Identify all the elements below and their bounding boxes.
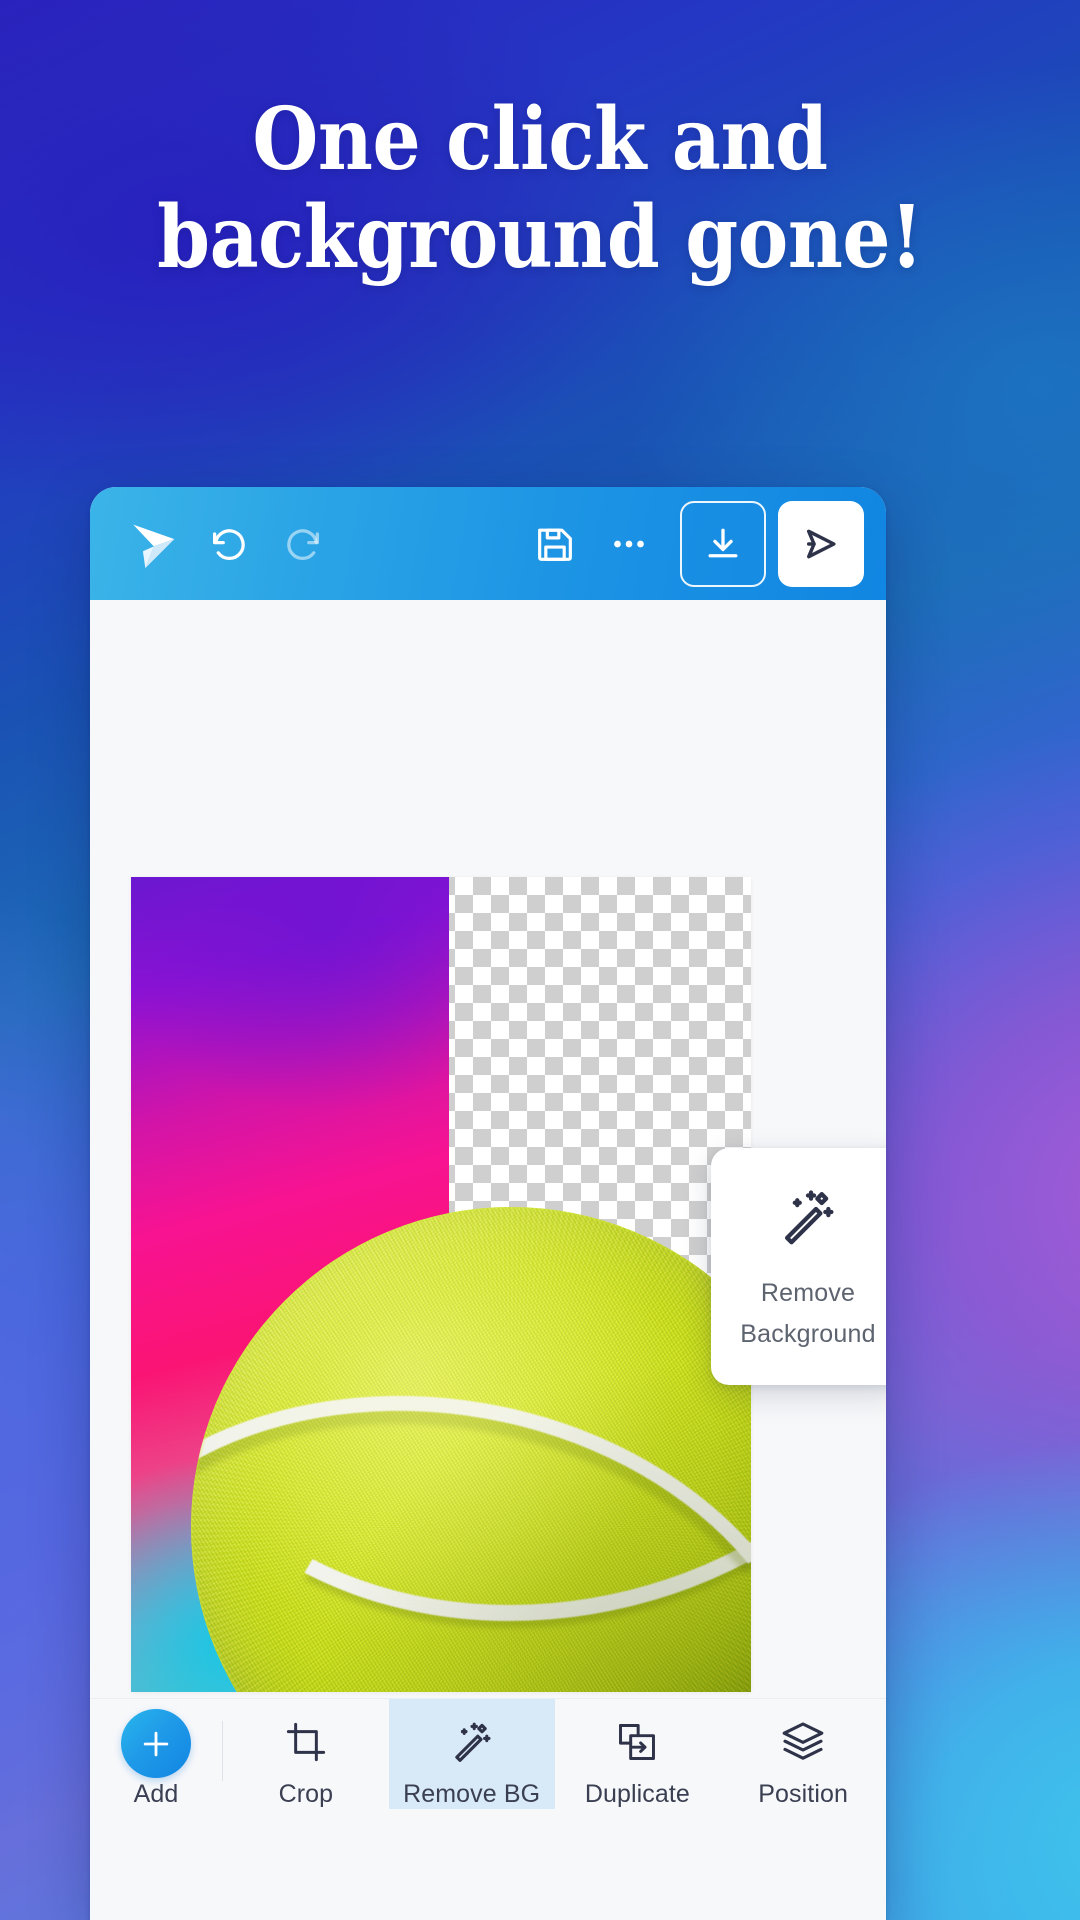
redo-arrow-icon[interactable] — [266, 507, 340, 581]
tooltip-line-1: Remove — [760, 1278, 856, 1307]
add-button[interactable]: Add — [90, 1699, 222, 1809]
download-button[interactable] — [680, 500, 766, 587]
tooltip-line-2: Background — [740, 1320, 876, 1348]
duplicate-button[interactable]: Duplicate — [555, 1699, 721, 1809]
duplicate-label: Duplicate — [584, 1780, 690, 1808]
tooltip-label: Remove Background — [740, 1273, 875, 1356]
app-logo-arrow-icon[interactable] — [118, 507, 192, 581]
crop-label: Crop — [278, 1780, 334, 1808]
promo-screenshot: One click and background gone! Remove Ba… — [0, 0, 1080, 1920]
app-toolbar — [90, 487, 886, 600]
bottom-toolbar-wrap: Add Crop Remove BG Duplicate Position — [90, 1698, 886, 1809]
headline-line-1: One click and — [252, 89, 828, 190]
ellipsis-icon[interactable] — [592, 507, 666, 581]
position-button[interactable]: Position — [720, 1699, 886, 1809]
image-artboard[interactable] — [131, 877, 751, 1692]
share-button[interactable] — [778, 500, 864, 587]
plus-icon — [121, 1709, 191, 1778]
editor-canvas-area[interactable]: Remove Background Add Crop Remove BG Dup… — [90, 600, 886, 1809]
floppy-disk-icon[interactable] — [518, 507, 592, 581]
layers-icon — [779, 1717, 827, 1766]
download-icon — [708, 528, 738, 557]
add-label: Add — [133, 1780, 179, 1808]
crop-icon — [283, 1717, 329, 1766]
original-background-half — [131, 877, 450, 1692]
bottom-toolbar: Add Crop Remove BG Duplicate Position — [90, 1698, 886, 1809]
crop-button[interactable]: Crop — [223, 1699, 389, 1809]
headline-line-2: background gone! — [157, 186, 923, 288]
headline: One click and background gone! — [65, 96, 1015, 281]
send-arrow-icon — [806, 529, 836, 558]
undo-arrow-icon[interactable] — [192, 507, 266, 581]
position-label: Position — [758, 1780, 848, 1808]
duplicate-icon — [614, 1717, 660, 1766]
colorful-gradient-background — [131, 877, 450, 1692]
remove-bg-button[interactable]: Remove BG — [388, 1699, 555, 1809]
magic-wand-icon — [448, 1717, 496, 1766]
magic-wand-icon — [775, 1184, 841, 1255]
remove-bg-label: Remove BG — [403, 1780, 541, 1808]
remove-background-tooltip[interactable]: Remove Background — [711, 1148, 886, 1385]
phone-mockup: Remove Background Add Crop Remove BG Dup… — [90, 487, 886, 1920]
